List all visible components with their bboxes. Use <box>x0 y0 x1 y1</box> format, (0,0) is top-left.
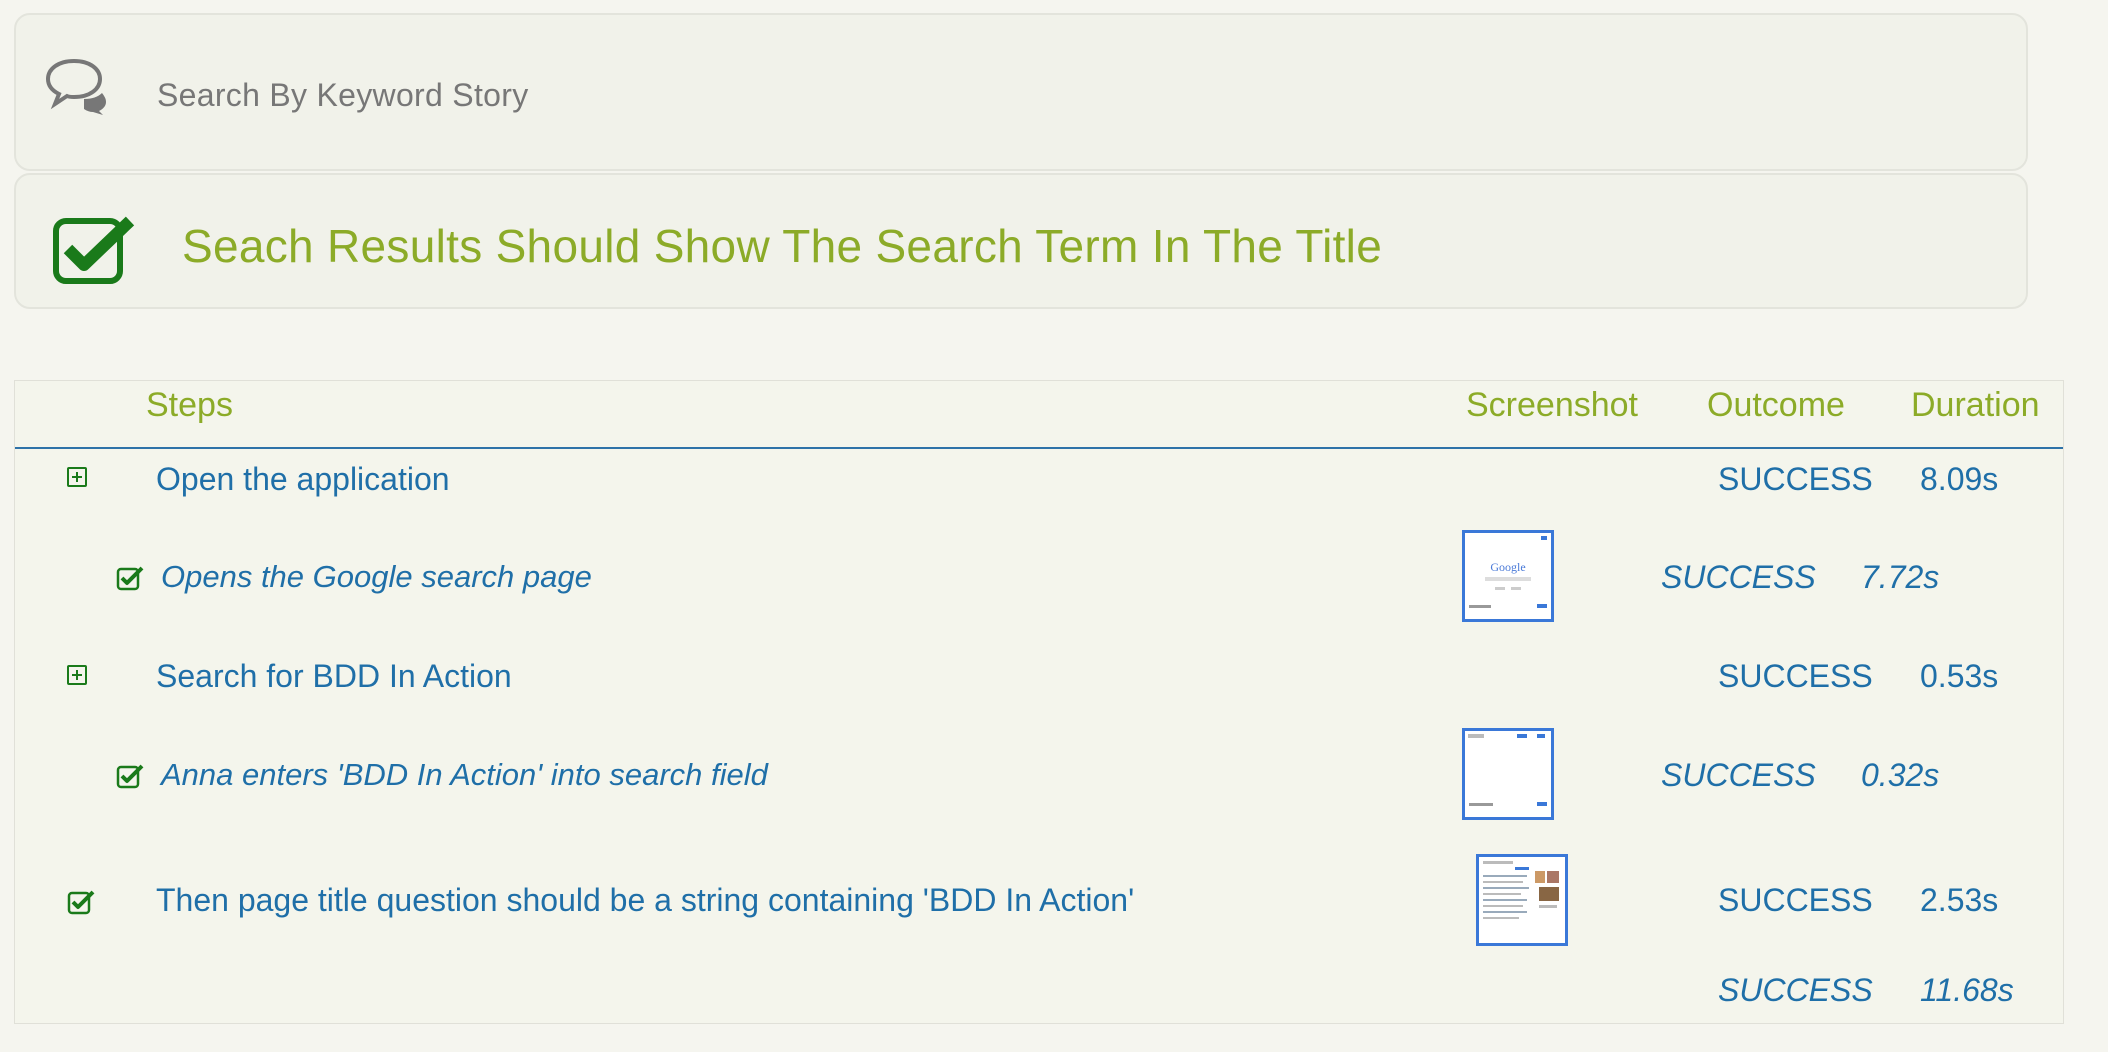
step-duration: 0.53s <box>1920 658 1999 694</box>
checked-box-icon <box>52 213 136 285</box>
story-title: Search By Keyword Story <box>157 77 529 113</box>
expand-icon[interactable] <box>67 467 87 487</box>
step-outcome: SUCCESS <box>1718 461 1873 497</box>
header-divider <box>15 447 2063 449</box>
step-text[interactable]: Open the application <box>156 461 450 498</box>
speech-bubbles-icon <box>44 57 108 115</box>
step-duration: 2.53s <box>1920 882 1999 918</box>
total-outcome: SUCCESS <box>1718 972 1873 1008</box>
screenshot-thumbnail[interactable] <box>1476 854 1568 946</box>
step-outcome: SUCCESS <box>1661 559 1816 595</box>
screenshot-column-header: Screenshot <box>1466 386 1638 424</box>
steps-table: Steps Screenshot Outcome Duration Open t… <box>14 380 2064 1024</box>
screenshot-thumbnail[interactable]: Google <box>1462 530 1554 622</box>
duration-column-header: Duration <box>1911 386 2040 424</box>
step-text[interactable]: Search for BDD In Action <box>156 658 512 695</box>
story-panel: Search By Keyword Story <box>14 13 2028 171</box>
check-icon <box>116 565 144 591</box>
step-duration: 7.72s <box>1861 559 1940 595</box>
steps-column-header: Steps <box>146 386 233 424</box>
screenshot-thumbnail[interactable] <box>1462 728 1554 820</box>
step-duration: 0.32s <box>1861 757 1940 793</box>
step-text[interactable]: Anna enters 'BDD In Action' into search … <box>161 757 768 793</box>
outcome-column-header: Outcome <box>1707 386 1845 424</box>
step-text[interactable]: Opens the Google search page <box>161 559 592 595</box>
step-outcome: SUCCESS <box>1718 882 1873 918</box>
step-duration: 8.09s <box>1920 461 1999 497</box>
step-text[interactable]: Then page title question should be a str… <box>156 882 1134 919</box>
check-icon <box>67 889 95 915</box>
scenario-title: Seach Results Should Show The Search Ter… <box>182 220 1383 272</box>
expand-icon[interactable] <box>67 665 87 685</box>
scenario-panel: Seach Results Should Show The Search Ter… <box>14 173 2028 309</box>
step-outcome: SUCCESS <box>1718 658 1873 694</box>
total-duration: 11.68s <box>1920 972 2014 1008</box>
svg-text:Google: Google <box>1490 560 1525 574</box>
check-icon <box>116 763 144 789</box>
step-outcome: SUCCESS <box>1661 757 1816 793</box>
